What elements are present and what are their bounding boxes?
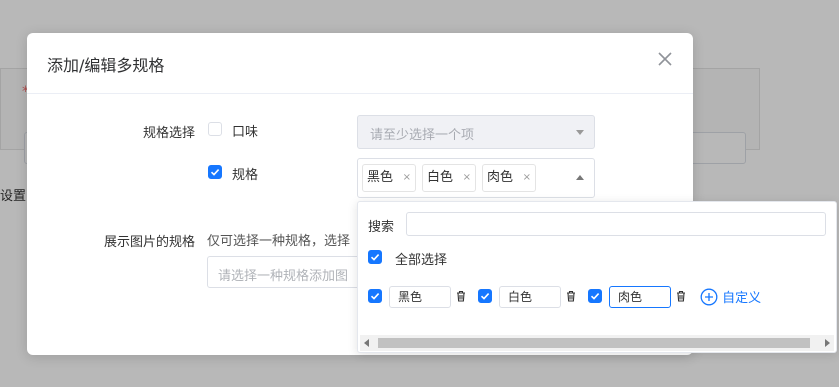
select-all-label: 全部选择	[395, 253, 448, 268]
close-icon[interactable]	[655, 49, 675, 69]
spec-multi-select[interactable]: 黑色 × 白色 × 肉色 ×	[357, 158, 595, 198]
image-spec-label: 展示图片的规格	[103, 235, 195, 250]
tag-remove-icon[interactable]: ×	[463, 165, 471, 191]
check-icon	[210, 169, 220, 176]
spec-label: 规格	[232, 168, 259, 183]
dialog-title: 添加/编辑多规格	[47, 56, 165, 75]
image-spec-select[interactable]: 请选择一种规格添加图	[207, 256, 367, 288]
spec-dropdown: 搜索 全部选择 黑色 白色 肉色 自定义	[357, 201, 837, 353]
check-icon	[480, 293, 490, 300]
flavor-checkbox[interactable]	[208, 122, 222, 136]
tag-label: 肉色	[487, 170, 514, 185]
trash-icon[interactable]	[564, 289, 578, 303]
tag-remove-icon[interactable]: ×	[403, 165, 411, 191]
custom-label: 自定义	[722, 291, 762, 306]
scroll-right-icon[interactable]	[825, 339, 830, 347]
check-icon	[370, 293, 380, 300]
scrollbar-thumb[interactable]	[378, 338, 810, 348]
add-custom-button[interactable]: 自定义	[700, 287, 761, 306]
scroll-left-icon[interactable]	[364, 339, 369, 347]
flavor-select[interactable]: 请至少选择一个项	[357, 115, 595, 149]
horizontal-scrollbar[interactable]	[360, 335, 834, 351]
spec-checkbox[interactable]	[208, 165, 222, 179]
item-checkbox[interactable]	[478, 289, 492, 303]
image-spec-hint: 仅可选择一种规格，选择	[207, 234, 351, 249]
tag-white: 白色 ×	[422, 164, 476, 192]
flavor-label: 口味	[232, 125, 259, 140]
tag-label: 黑色	[367, 170, 394, 185]
chevron-up-icon	[576, 175, 584, 180]
tag-flesh: 肉色 ×	[482, 164, 536, 192]
tag-black: 黑色 ×	[362, 164, 416, 192]
item-value-input[interactable]: 黑色	[389, 286, 451, 308]
trash-icon[interactable]	[674, 289, 688, 303]
trash-icon[interactable]	[454, 289, 468, 303]
item-checkbox[interactable]	[588, 289, 602, 303]
dialog-divider	[27, 93, 693, 94]
check-icon	[370, 254, 380, 261]
image-spec-placeholder: 请选择一种规格添加图	[218, 269, 349, 284]
tag-label: 白色	[427, 170, 454, 185]
item-value-input[interactable]: 白色	[499, 286, 561, 308]
tag-remove-icon[interactable]: ×	[523, 165, 531, 191]
select-all-checkbox[interactable]	[368, 250, 382, 264]
flavor-select-placeholder: 请至少选择一个项	[370, 128, 475, 143]
check-icon	[590, 293, 600, 300]
search-label: 搜索	[368, 220, 395, 235]
spec-select-label: 规格选择	[142, 126, 195, 141]
item-value-input[interactable]: 肉色	[609, 286, 671, 308]
search-input[interactable]	[406, 212, 826, 236]
chevron-down-icon	[576, 130, 584, 135]
item-checkbox[interactable]	[368, 289, 382, 303]
plus-circle-icon	[700, 288, 718, 306]
